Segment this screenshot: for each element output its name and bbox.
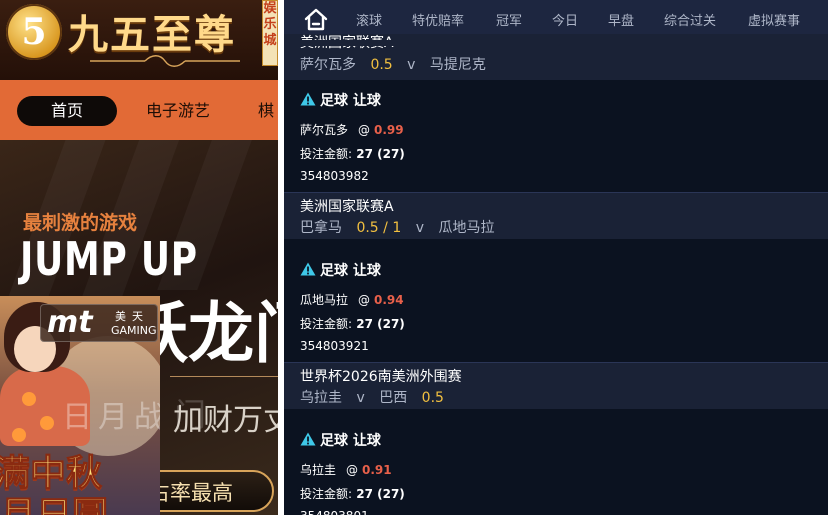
tab-outright[interactable]: 冠军 (496, 10, 522, 29)
home-team: 乌拉圭 (300, 390, 342, 406)
bet-odds: 0.99 (374, 123, 404, 137)
away-team: 马提尼克 (429, 57, 486, 73)
bet-team-name: 瓜地马拉 (300, 293, 349, 307)
site-header: 5 九五至尊 娱乐城 (0, 0, 278, 80)
away-team: 瓜地马拉 (438, 220, 495, 236)
mt-gaming-logo: mt 美天 GAMING (40, 304, 158, 342)
banner-divider (170, 376, 278, 377)
nav-home[interactable]: 首页 (17, 96, 117, 126)
vs-label: v (356, 390, 365, 406)
handicap-value: 0.5 / 1 (356, 220, 402, 236)
bet-amount-value: 27 (27) (356, 147, 405, 161)
bet-amount-value: 27 (27) (356, 487, 405, 501)
bet-entry[interactable]: 足球 让球 瓜地马拉 @0.94 投注金额: 27 (27) 354803921 (284, 250, 828, 362)
tab-early[interactable]: 早盘 (608, 10, 634, 29)
warning-icon (300, 92, 316, 106)
bet-amount-label: 投注金额: (300, 147, 353, 161)
mt-logo-cn: 美天 (115, 310, 149, 323)
bet-market-type: 让球 (352, 93, 381, 109)
bet-odds: 0.91 (362, 463, 392, 477)
vs-label: v (415, 220, 424, 236)
bet-amount-value: 27 (27) (356, 317, 405, 331)
home-icon[interactable] (302, 6, 330, 34)
vs-label: v (407, 57, 416, 73)
bet-sport: 足球 (320, 93, 348, 109)
match-line: 萨尔瓦多 0.5 v 马提尼克 (300, 54, 486, 74)
nav-shadow (284, 40, 828, 46)
bet-amount-label: 投注金额: (300, 487, 353, 501)
handicap-value: 0.5 (421, 390, 444, 406)
banner-subtitle: 加财万丈 (173, 403, 278, 438)
site-nav: 首页 电子游艺 棋 (0, 80, 278, 140)
bet-sport: 足球 (320, 263, 348, 279)
league-name: 世界杯2026南美洲外围赛 (300, 369, 462, 385)
game-promo-card[interactable]: mt 美天 GAMING 日月战 满中秋 月日圆 (0, 296, 160, 515)
mt-logo-mark: mt (47, 305, 93, 340)
tab-virtual[interactable]: 虚拟赛事 (748, 10, 800, 29)
home-team: 萨尔瓦多 (300, 57, 356, 73)
match-line: 巴拿马 0.5 / 1 v 瓜地马拉 (300, 217, 494, 237)
promo-panel: 5 九五至尊 娱乐城 首页 电子游艺 棋 最刺激的游戏 JUMP UP 跃龙门 … (0, 0, 278, 515)
bet-odds: 0.94 (374, 293, 404, 307)
tab-parlay[interactable]: 综合过关 (664, 10, 716, 29)
nav-electronic-games[interactable]: 电子游艺 (146, 96, 210, 126)
site-logo-text[interactable]: 九五至尊 (68, 2, 236, 60)
flower-icon (40, 416, 54, 430)
bet-selection: 瓜地马拉 @0.94 (300, 291, 404, 308)
mt-logo-en: GAMING (111, 324, 157, 337)
bet-market: 足球 让球 (300, 90, 381, 110)
away-team: 巴西 (379, 390, 408, 406)
handicap-value: 0.5 (370, 57, 393, 73)
nav-chess[interactable]: 棋 (258, 96, 274, 126)
bet-id: 354803801 (300, 509, 369, 515)
bet-selection: 乌拉圭 @0.91 (300, 461, 392, 478)
bet-id: 354803921 (300, 339, 369, 353)
bet-amount-label: 投注金额: (300, 317, 353, 331)
bet-history-panel: 滚球 特优赔率 冠军 今日 早盘 综合过关 虚拟赛事 美洲国家联赛A 萨尔瓦多 … (284, 0, 828, 515)
game-ghost-text: 日月战 (62, 400, 160, 435)
bet-amount: 投注金额: 27 (27) (300, 145, 405, 162)
bet-team-name: 萨尔瓦多 (300, 123, 349, 137)
at-symbol: @ (346, 463, 359, 477)
home-team: 巴拿马 (300, 220, 342, 236)
flower-icon (22, 392, 36, 406)
side-badge[interactable]: 娱乐城 (262, 0, 278, 66)
bet-team-name: 乌拉圭 (300, 463, 337, 477)
game-title-line2: 月日圆 (0, 486, 109, 515)
bet-amount: 投注金额: 27 (27) (300, 485, 405, 502)
tab-best-odds[interactable]: 特优赔率 (412, 10, 464, 29)
bet-market: 足球 让球 (300, 260, 381, 280)
bet-selection: 萨尔瓦多 @0.99 (300, 121, 404, 138)
tab-today[interactable]: 今日 (552, 10, 578, 29)
bet-market-type: 让球 (352, 433, 381, 449)
league-header: 美洲国家联赛A 巴拿马 0.5 / 1 v 瓜地马拉 (284, 193, 828, 239)
tab-in-play[interactable]: 滚球 (356, 10, 382, 29)
at-symbol: @ (358, 293, 371, 307)
site-logo-icon[interactable]: 5 (6, 4, 62, 60)
bet-sport: 足球 (320, 433, 348, 449)
at-symbol: @ (358, 123, 371, 137)
bet-amount: 投注金额: 27 (27) (300, 315, 405, 332)
league-name: 美洲国家联赛A (300, 199, 394, 215)
bet-entry[interactable]: 足球 让球 萨尔瓦多 @0.99 投注金额: 27 (27) 354803982 (284, 80, 828, 192)
banner-title: JUMP UP (20, 232, 198, 286)
bet-id: 354803982 (300, 169, 369, 183)
warning-icon (300, 262, 316, 276)
banner-tagline: 最刺激的游戏 (23, 212, 138, 234)
warning-icon (300, 432, 316, 446)
bet-market-type: 让球 (352, 263, 381, 279)
logo-flourish-icon (90, 55, 240, 67)
match-line: 乌拉圭 v 巴西 0.5 (300, 387, 444, 407)
bet-entry[interactable]: 足球 让球 乌拉圭 @0.91 投注金额: 27 (27) 354803801 (284, 420, 828, 515)
league-header: 世界杯2026南美洲外围赛 乌拉圭 v 巴西 0.5 (284, 363, 828, 409)
bet-market: 足球 让球 (300, 430, 381, 450)
flower-icon (12, 428, 26, 442)
